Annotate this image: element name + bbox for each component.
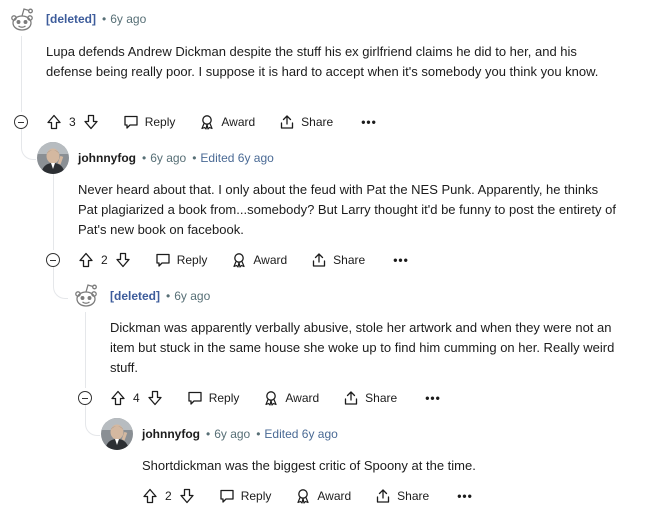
- comment-actions: 4 Reply Award Share •••: [110, 386, 441, 410]
- timestamp[interactable]: 6y ago: [214, 427, 250, 441]
- comment-actions: 2 Reply Award Share •••: [142, 484, 473, 508]
- award-button[interactable]: Award: [295, 488, 351, 504]
- thread-curve: [85, 411, 100, 436]
- award-label: Award: [253, 253, 288, 267]
- separator: •: [205, 427, 211, 441]
- award-icon: [265, 391, 277, 406]
- separator: •: [192, 151, 197, 165]
- upvote-icon[interactable]: [142, 488, 158, 504]
- user-avatar-icon[interactable]: [101, 418, 133, 450]
- snoo-avatar-icon[interactable]: [6, 4, 38, 36]
- separator: •: [256, 427, 261, 441]
- reply-icon: [188, 391, 202, 405]
- share-button[interactable]: Share: [343, 390, 397, 406]
- share-label: Share: [365, 391, 398, 405]
- comment-body: Never heard about that. I only about the…: [78, 182, 616, 237]
- award-button[interactable]: Award: [263, 390, 319, 406]
- vote-count: 3: [69, 115, 76, 129]
- upvote-icon[interactable]: [110, 390, 126, 406]
- award-icon: [233, 253, 245, 268]
- award-button[interactable]: Award: [231, 252, 287, 268]
- award-icon: [297, 489, 309, 504]
- reply-icon: [124, 115, 138, 129]
- timestamp[interactable]: 6y ago: [174, 289, 210, 303]
- reply-label: Reply: [176, 253, 208, 267]
- more-icon[interactable]: •••: [393, 253, 409, 267]
- collapse-icon[interactable]: [46, 253, 60, 267]
- thread-line: [53, 174, 54, 250]
- more-icon[interactable]: •••: [361, 115, 377, 129]
- share-label: Share: [301, 115, 334, 129]
- more-icon[interactable]: •••: [425, 391, 441, 405]
- username[interactable]: [deleted]: [46, 12, 96, 26]
- upvote-icon[interactable]: [46, 114, 62, 130]
- thread-line: [85, 312, 86, 388]
- downvote-icon[interactable]: [83, 114, 99, 130]
- vote-count: 2: [165, 489, 172, 503]
- share-icon: [313, 253, 326, 267]
- thread-curve: [53, 274, 68, 299]
- share-button[interactable]: Share: [311, 252, 365, 268]
- vote-control: 2: [78, 252, 131, 268]
- snoo-avatar-icon[interactable]: [70, 280, 102, 312]
- reply-button[interactable]: Reply: [123, 114, 176, 130]
- share-label: Share: [333, 253, 366, 267]
- reply-button[interactable]: Reply: [187, 390, 240, 406]
- comment-actions: 3 Reply Award Share •••: [46, 110, 377, 134]
- downvote-icon[interactable]: [179, 488, 195, 504]
- reply-icon: [220, 489, 234, 503]
- vote-count: 4: [133, 391, 140, 405]
- username[interactable]: johnnyfog: [78, 151, 136, 165]
- vote-control: 4: [110, 390, 163, 406]
- vote-control: 2: [142, 488, 195, 504]
- username[interactable]: johnnyfog: [142, 427, 200, 441]
- share-button[interactable]: Share: [279, 114, 333, 130]
- share-label: Share: [397, 489, 430, 503]
- downvote-icon[interactable]: [115, 252, 131, 268]
- timestamp[interactable]: 6y ago: [150, 151, 186, 165]
- comment-meta: johnnyfog • 6y ago • Edited 6y ago: [78, 151, 274, 165]
- reply-label: Reply: [240, 489, 272, 503]
- username[interactable]: [deleted]: [110, 289, 160, 303]
- comment-meta: [deleted] • 6y ago: [46, 12, 146, 26]
- award-button[interactable]: Award: [199, 114, 255, 130]
- timestamp[interactable]: 6y ago: [110, 12, 146, 26]
- comment-body: Dickman was apparently verbally abusive,…: [110, 320, 615, 375]
- more-icon[interactable]: •••: [457, 489, 473, 503]
- reply-button[interactable]: Reply: [155, 252, 208, 268]
- separator: •: [141, 151, 147, 165]
- collapse-icon[interactable]: [78, 391, 92, 405]
- reply-label: Reply: [208, 391, 240, 405]
- award-label: Award: [317, 489, 352, 503]
- thread-curve: [21, 135, 36, 160]
- share-icon: [377, 489, 390, 503]
- separator: •: [102, 12, 107, 26]
- downvote-icon[interactable]: [147, 390, 163, 406]
- award-label: Award: [221, 115, 256, 129]
- upvote-icon[interactable]: [78, 252, 94, 268]
- vote-control: 3: [46, 114, 99, 130]
- award-icon: [201, 115, 213, 130]
- share-icon: [345, 391, 358, 405]
- comment-meta: johnnyfog • 6y ago • Edited 6y ago: [142, 427, 338, 441]
- reply-icon: [156, 253, 170, 267]
- comment-body: Shortdickman was the biggest critic of S…: [142, 458, 476, 473]
- collapse-icon[interactable]: [14, 115, 28, 129]
- share-button[interactable]: Share: [375, 488, 429, 504]
- separator: •: [166, 289, 171, 303]
- edited-indicator: Edited 6y ago: [200, 151, 274, 165]
- user-avatar-icon[interactable]: [37, 142, 69, 174]
- reply-label: Reply: [144, 115, 176, 129]
- comment-actions: 2 Reply Award Share •••: [78, 248, 409, 272]
- award-label: Award: [285, 391, 320, 405]
- edited-indicator: Edited 6y ago: [264, 427, 338, 441]
- comment-meta: [deleted] • 6y ago: [110, 289, 210, 303]
- share-icon: [281, 115, 294, 129]
- thread-line: [21, 36, 22, 112]
- reply-button[interactable]: Reply: [219, 488, 272, 504]
- comment-body: Lupa defends Andrew Dickman despite the …: [46, 44, 599, 79]
- vote-count: 2: [101, 253, 108, 267]
